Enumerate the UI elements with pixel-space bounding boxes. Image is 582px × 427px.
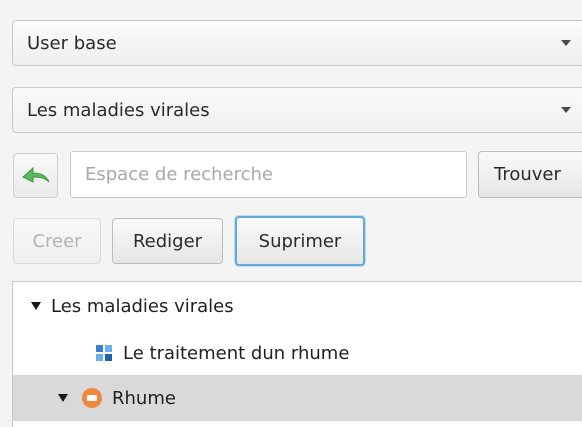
user-base-select[interactable]: User base: [12, 20, 582, 66]
expand-triangle-icon[interactable]: [31, 302, 41, 310]
back-arrow-icon: [21, 166, 49, 183]
edit-button[interactable]: Rediger: [112, 218, 223, 264]
tree-item-cold-treatment[interactable]: Le traitement dun rhume: [13, 330, 582, 376]
disease-icon: [82, 388, 102, 408]
find-button[interactable]: Trouver: [478, 151, 582, 198]
chevron-down-icon: [561, 40, 571, 46]
document-grid-icon: [96, 345, 112, 361]
app-window: User base Les maladies virales Trouver C…: [0, 0, 582, 427]
chevron-down-icon: [561, 107, 571, 113]
tree-item-label: Le traitement dun rhume: [123, 342, 350, 364]
tree-item-cold[interactable]: Rhume: [13, 375, 582, 421]
category-select-label: Les maladies virales: [27, 99, 210, 121]
delete-button[interactable]: Suprimer: [235, 216, 365, 266]
back-button[interactable]: [13, 153, 58, 198]
search-input[interactable]: [70, 151, 467, 198]
category-select[interactable]: Les maladies virales: [12, 87, 582, 133]
tree-item-label: Rhume: [112, 387, 176, 409]
tree-item-viral-diseases[interactable]: Les maladies virales: [13, 283, 582, 329]
tree-view: Les maladies virales Le traitement dun r…: [12, 281, 582, 427]
tree-item-label: Les maladies virales: [51, 295, 234, 317]
create-button[interactable]: Creer: [13, 218, 101, 264]
user-base-select-label: User base: [27, 32, 117, 54]
expand-triangle-icon[interactable]: [58, 394, 68, 402]
